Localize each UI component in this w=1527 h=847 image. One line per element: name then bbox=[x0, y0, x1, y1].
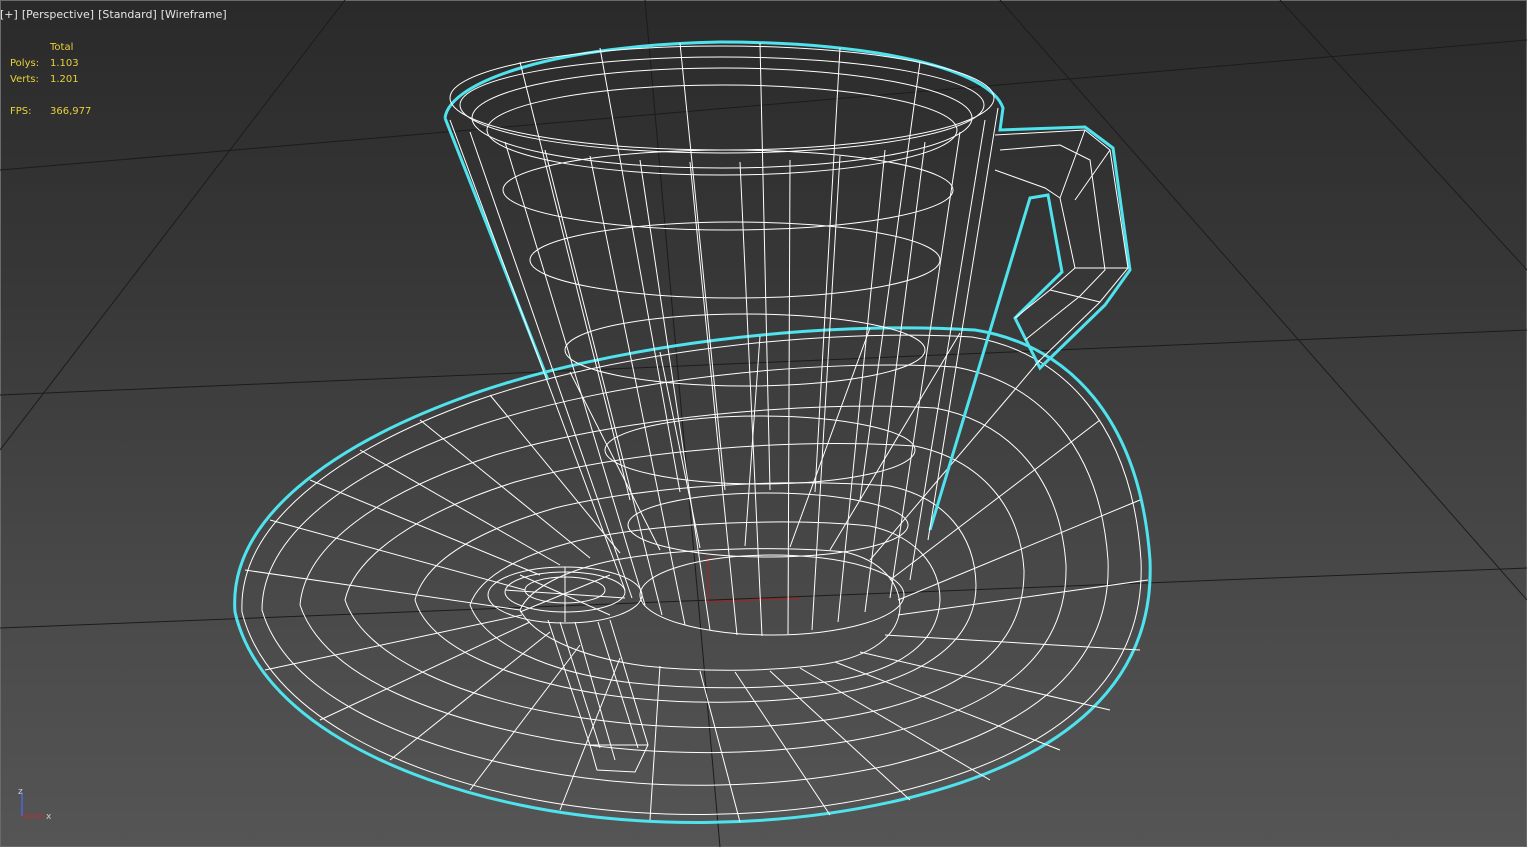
home-grid bbox=[0, 0, 1527, 847]
statistics-overlay: Total Polys: 1.103 Verts: 1.201 FPS: 366,97… bbox=[10, 40, 91, 120]
saucer-radials bbox=[244, 327, 1149, 823]
saucer-mesh[interactable] bbox=[233, 326, 1152, 824]
polys-label: Polys: bbox=[10, 58, 40, 69]
gizmo-x-label: x bbox=[46, 812, 52, 822]
spoon-mesh[interactable] bbox=[487, 566, 649, 773]
perspective-viewport[interactable]: [+] [Perspective] [Standard] [Wireframe]… bbox=[0, 0, 1527, 847]
saucer-selection-outline bbox=[233, 326, 1152, 824]
viewport-label-menu: [+] [Perspective] [Standard] [Wireframe] bbox=[0, 8, 227, 24]
verts-value: 1.201 bbox=[50, 74, 79, 85]
viewport-shading-menu[interactable]: [Standard] bbox=[98, 8, 157, 24]
cup-selection-outline bbox=[443, 40, 1132, 531]
viewport-display-menu[interactable]: [Wireframe] bbox=[161, 8, 227, 24]
gizmo-z-label: z bbox=[18, 787, 23, 797]
fps-value: 366,977 bbox=[50, 106, 92, 117]
viewport-general-menu[interactable]: [+] bbox=[0, 8, 18, 24]
polys-value: 1.103 bbox=[50, 58, 79, 69]
viewport-pov-menu[interactable]: [Perspective] bbox=[22, 8, 94, 24]
saucer-rings bbox=[241, 334, 1142, 815]
pivot-axes bbox=[707, 555, 801, 603]
fps-label: FPS: bbox=[10, 106, 32, 117]
scene-canvas[interactable] bbox=[0, 0, 1527, 847]
stats-header: Total bbox=[50, 42, 74, 53]
verts-label: Verts: bbox=[10, 74, 39, 85]
axis-tripod-icon: z x bbox=[18, 787, 52, 822]
